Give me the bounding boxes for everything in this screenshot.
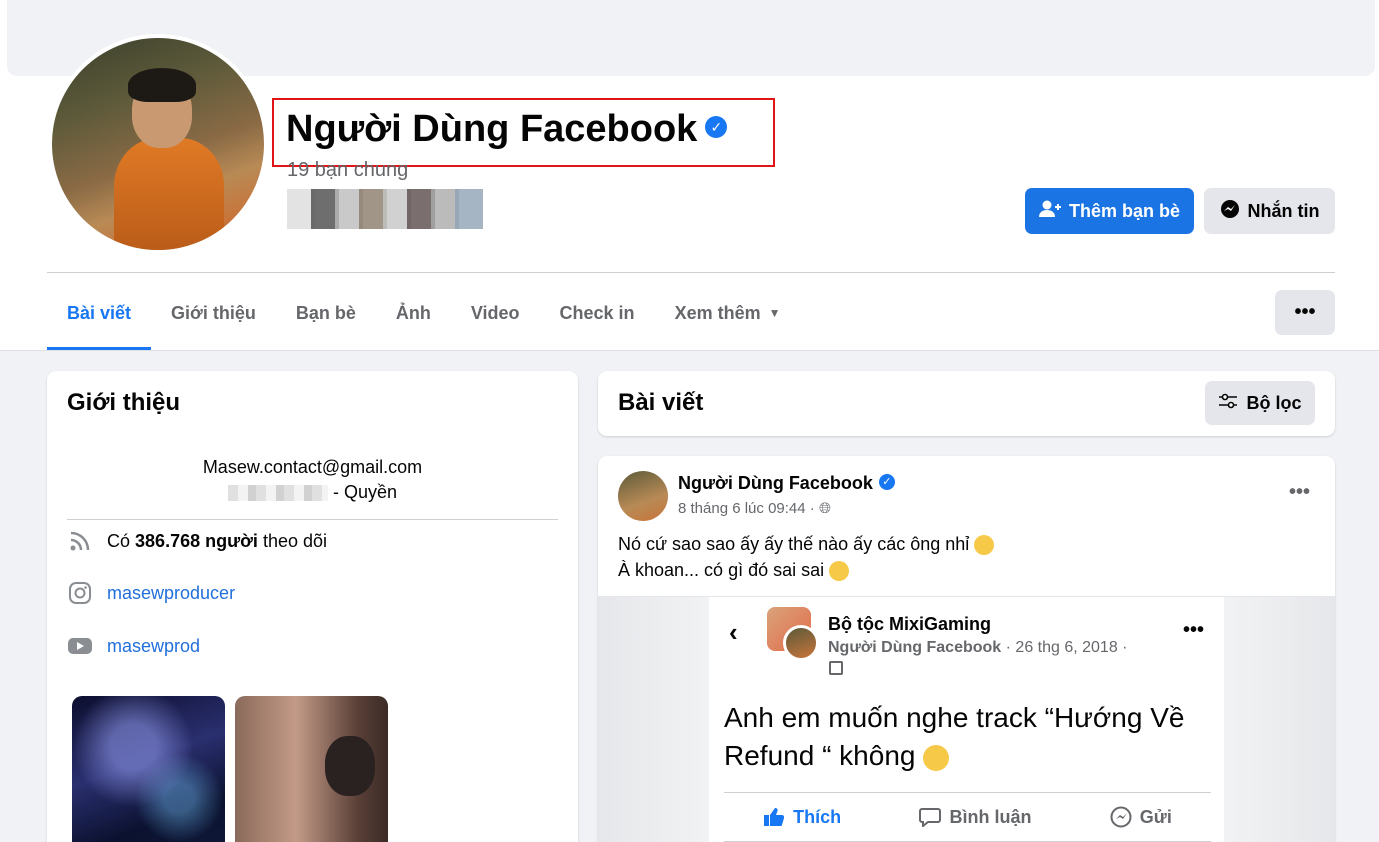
thinking-emoji-icon — [829, 561, 850, 582]
group-name: Bộ tộc MixiGaming — [828, 614, 992, 634]
profile-tabs: Bài viết Giới thiệu Bạn bè Ảnh Video Che… — [47, 288, 800, 350]
profile-name-text: Người Dùng Facebook — [286, 108, 698, 150]
instagram-link[interactable]: masewproducer — [107, 583, 235, 604]
messenger-send-icon — [1110, 806, 1132, 828]
posts-title: Bài viết — [618, 389, 704, 416]
shared-like: Thích — [763, 807, 841, 828]
post-card: Người Dùng Facebook ✓ 8 tháng 6 lúc 09:44… — [598, 456, 1335, 842]
tab-checkin[interactable]: Check in — [540, 288, 655, 338]
tab-friends[interactable]: Bạn bè — [276, 288, 376, 338]
profile-avatar[interactable] — [48, 34, 268, 254]
shared-send: Gửi — [1110, 806, 1172, 828]
post-text: Nó cứ sao sao ấy ấy thế nào ấy các ông n… — [618, 531, 995, 583]
profile-name: Người Dùng Facebook ✓ — [286, 104, 728, 154]
filter-button[interactable]: Bộ lọc — [1205, 381, 1315, 425]
intro-bio-line: - Quyền — [47, 482, 578, 503]
group-privacy-icon — [829, 661, 843, 675]
followers-text: Có 386.768 người theo dõi — [107, 530, 327, 551]
tab-videos[interactable]: Video — [451, 288, 540, 338]
followers-row: Có 386.768 người theo dõi — [67, 528, 327, 554]
shared-actions: Thích Bình luận Gửi — [724, 792, 1211, 842]
posts-header-card: Bài viết Bộ lọc — [598, 371, 1335, 436]
rss-icon — [67, 528, 93, 554]
intro-card: Giới thiệu Masew.contact@gmail.com - Quy… — [47, 371, 578, 842]
shared-menu-icon: ••• — [1182, 619, 1204, 641]
shush-emoji-icon — [923, 744, 950, 771]
verified-badge-icon: ✓ — [705, 115, 728, 138]
shared-screenshot: ‹ Bộ tộc MixiGaming Người Dùng Facebook … — [709, 597, 1224, 842]
caret-down-icon: ▼ — [768, 306, 781, 320]
intro-email: Masew.contact@gmail.com — [202, 457, 423, 477]
shared-comment: Bình luận — [919, 807, 1031, 828]
featured-photo-2[interactable] — [235, 696, 388, 842]
globe-icon: 🌐︎ — [818, 500, 831, 517]
comment-icon — [919, 808, 942, 827]
add-friend-button[interactable]: Thêm bạn bè — [1025, 188, 1194, 234]
message-label: Nhắn tin — [1247, 200, 1320, 221]
youtube-row: masewprod — [67, 633, 200, 659]
blurred-text — [227, 485, 328, 502]
intro-title: Giới thiệu — [67, 389, 181, 416]
more-options-button[interactable]: ••• — [1275, 290, 1335, 335]
tab-posts[interactable]: Bài viết — [47, 288, 152, 350]
intro-divider — [67, 519, 558, 520]
smile-emoji-icon — [974, 535, 995, 556]
instagram-icon — [67, 580, 93, 606]
like-icon — [764, 808, 785, 826]
post-meta: 8 tháng 6 lúc 09:44 · 🌐︎ — [678, 500, 831, 517]
back-arrow-icon: ‹ — [729, 617, 738, 647]
post-author-avatar[interactable] — [618, 471, 668, 521]
content-area: Giới thiệu Masew.contact@gmail.com - Quy… — [0, 350, 1379, 842]
youtube-icon — [67, 633, 93, 659]
tab-about[interactable]: Giới thiệu — [151, 288, 276, 338]
youtube-link[interactable]: masewprod — [107, 636, 200, 657]
shared-body: Anh em muốn nghe track “Hướng Về Refund … — [724, 702, 1185, 771]
shared-meta: Người Dùng Facebook · 26 thg 6, 2018 · — [828, 639, 1128, 656]
messenger-icon — [1220, 199, 1240, 224]
poster-avatar — [783, 625, 819, 661]
mutual-friends-count[interactable]: 19 bạn chung — [287, 159, 408, 182]
instagram-row: masewproducer — [67, 580, 235, 606]
filter-label: Bộ lọc — [1246, 392, 1302, 413]
verified-badge-icon: ✓ — [878, 474, 895, 491]
post-menu-button[interactable]: ••• — [1289, 481, 1310, 504]
tab-photos[interactable]: Ảnh — [376, 288, 451, 338]
post-author[interactable]: Người Dùng Facebook ✓ — [678, 473, 895, 494]
post-image[interactable]: ‹ Bộ tộc MixiGaming Người Dùng Facebook … — [598, 596, 1335, 842]
add-friend-label: Thêm bạn bè — [1068, 200, 1180, 221]
filter-icon — [1218, 393, 1238, 414]
add-friend-icon — [1038, 200, 1061, 223]
mutual-friends-avatars[interactable] — [287, 189, 483, 229]
message-button[interactable]: Nhắn tin — [1204, 188, 1335, 234]
tab-more[interactable]: Xem thêm ▼ — [655, 288, 801, 338]
featured-photo-1[interactable] — [72, 696, 225, 842]
header-divider — [47, 272, 1335, 273]
